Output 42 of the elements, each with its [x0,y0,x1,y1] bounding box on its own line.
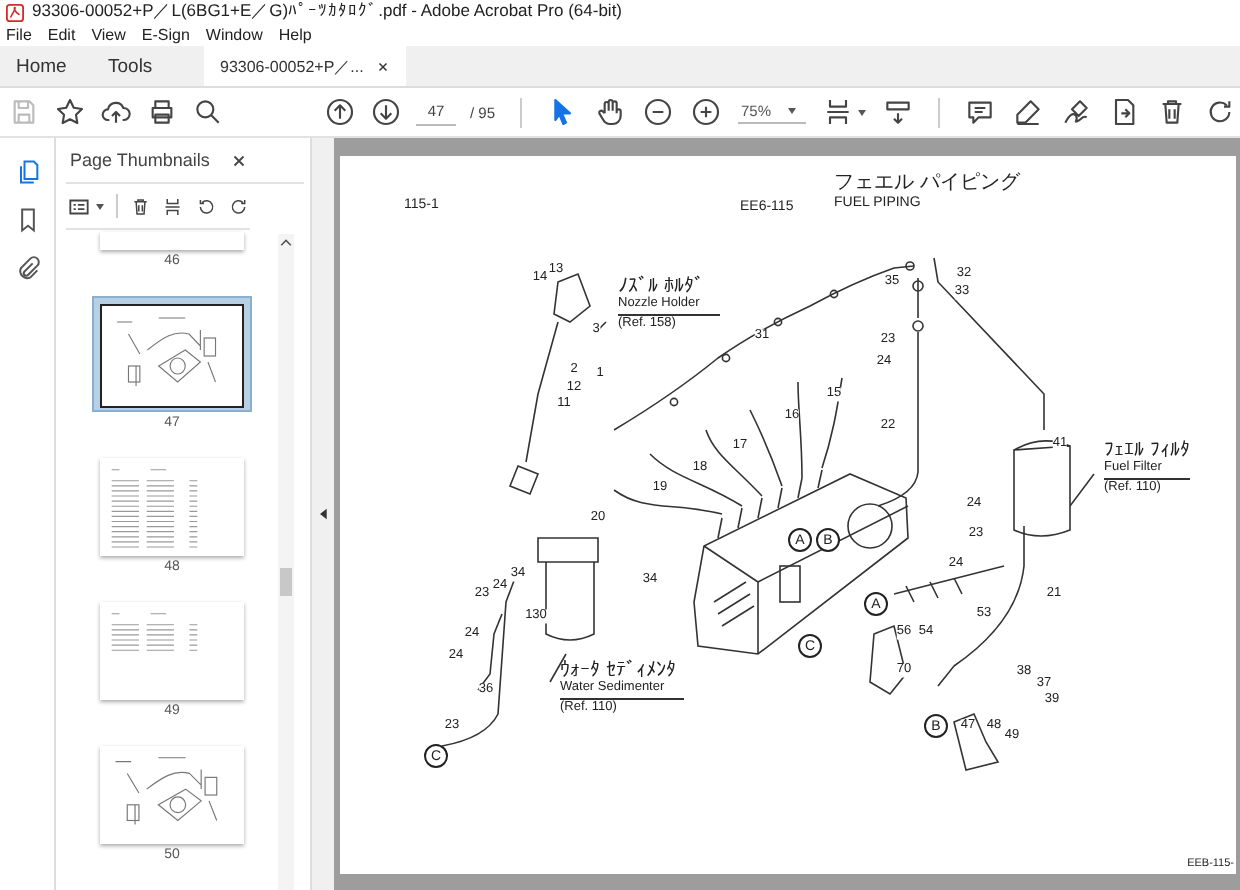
paperclip-icon[interactable] [13,254,41,282]
window-title: 93306-00052+P／L(6BG1+E／G)ﾊﾟｰﾂｶﾀﾛｸﾞ.pdf - Adobe Acrobat Pro (64-bit) [32,0,623,24]
signature-icon[interactable] [1059,96,1092,128]
print-icon[interactable] [146,96,178,128]
page-thumbnail[interactable] [100,458,244,556]
up-arrow-icon[interactable] [324,96,356,128]
cloud-upload-icon[interactable] [100,96,132,128]
close-icon[interactable] [375,59,390,73]
page-thumbnail[interactable] [100,232,244,250]
hand-icon[interactable] [593,96,626,128]
pen-icon[interactable] [1011,96,1044,128]
extract-icon[interactable] [162,193,184,219]
menu-item[interactable]: File [6,26,32,44]
down-arrow-icon[interactable] [370,96,402,128]
delete-icon[interactable] [129,193,151,219]
zoom-in-icon[interactable] [689,96,722,128]
page-fit-button[interactable] [821,96,866,128]
tab[interactable]: 93306-00052+P／... [204,46,406,86]
menu-item[interactable]: E-Sign [141,26,190,44]
menu-item[interactable]: View [91,26,126,44]
star-icon[interactable] [54,96,86,128]
panel-title: Page Thumbnails [70,150,210,170]
scrollbar[interactable] [278,234,294,890]
close-icon[interactable] [230,151,248,169]
menu-item[interactable]: Edit [47,26,76,44]
menu-item[interactable]: Window [205,26,263,44]
search-icon[interactable] [192,96,224,128]
part-name-kana: ﾌｪｴﾙ ﾌｨﾙﾀ [1104,440,1190,462]
page-fit-icon [821,96,854,128]
part-name-kana: ｳｫｰﾀ ｾﾃﾞｨﾒﾝﾀ [560,660,678,682]
page-thumbnail[interactable] [92,296,252,412]
scroll-thumb[interactable] [280,568,292,596]
zoom-out-icon[interactable] [641,96,674,128]
part-name-kana: ﾉｽﾞﾙ ﾎﾙﾀﾞ [618,276,706,298]
title-kana: フェエル パイピング [834,170,1020,196]
comment-icon[interactable] [963,96,996,128]
menu-item[interactable]: Help [278,26,312,44]
scroll-up-icon[interactable] [278,234,294,250]
collapse-icon[interactable] [319,508,327,520]
page-thumbnail[interactable] [100,746,244,844]
page-thumbnail[interactable] [100,602,244,700]
scroll-mode-icon[interactable] [881,96,914,128]
